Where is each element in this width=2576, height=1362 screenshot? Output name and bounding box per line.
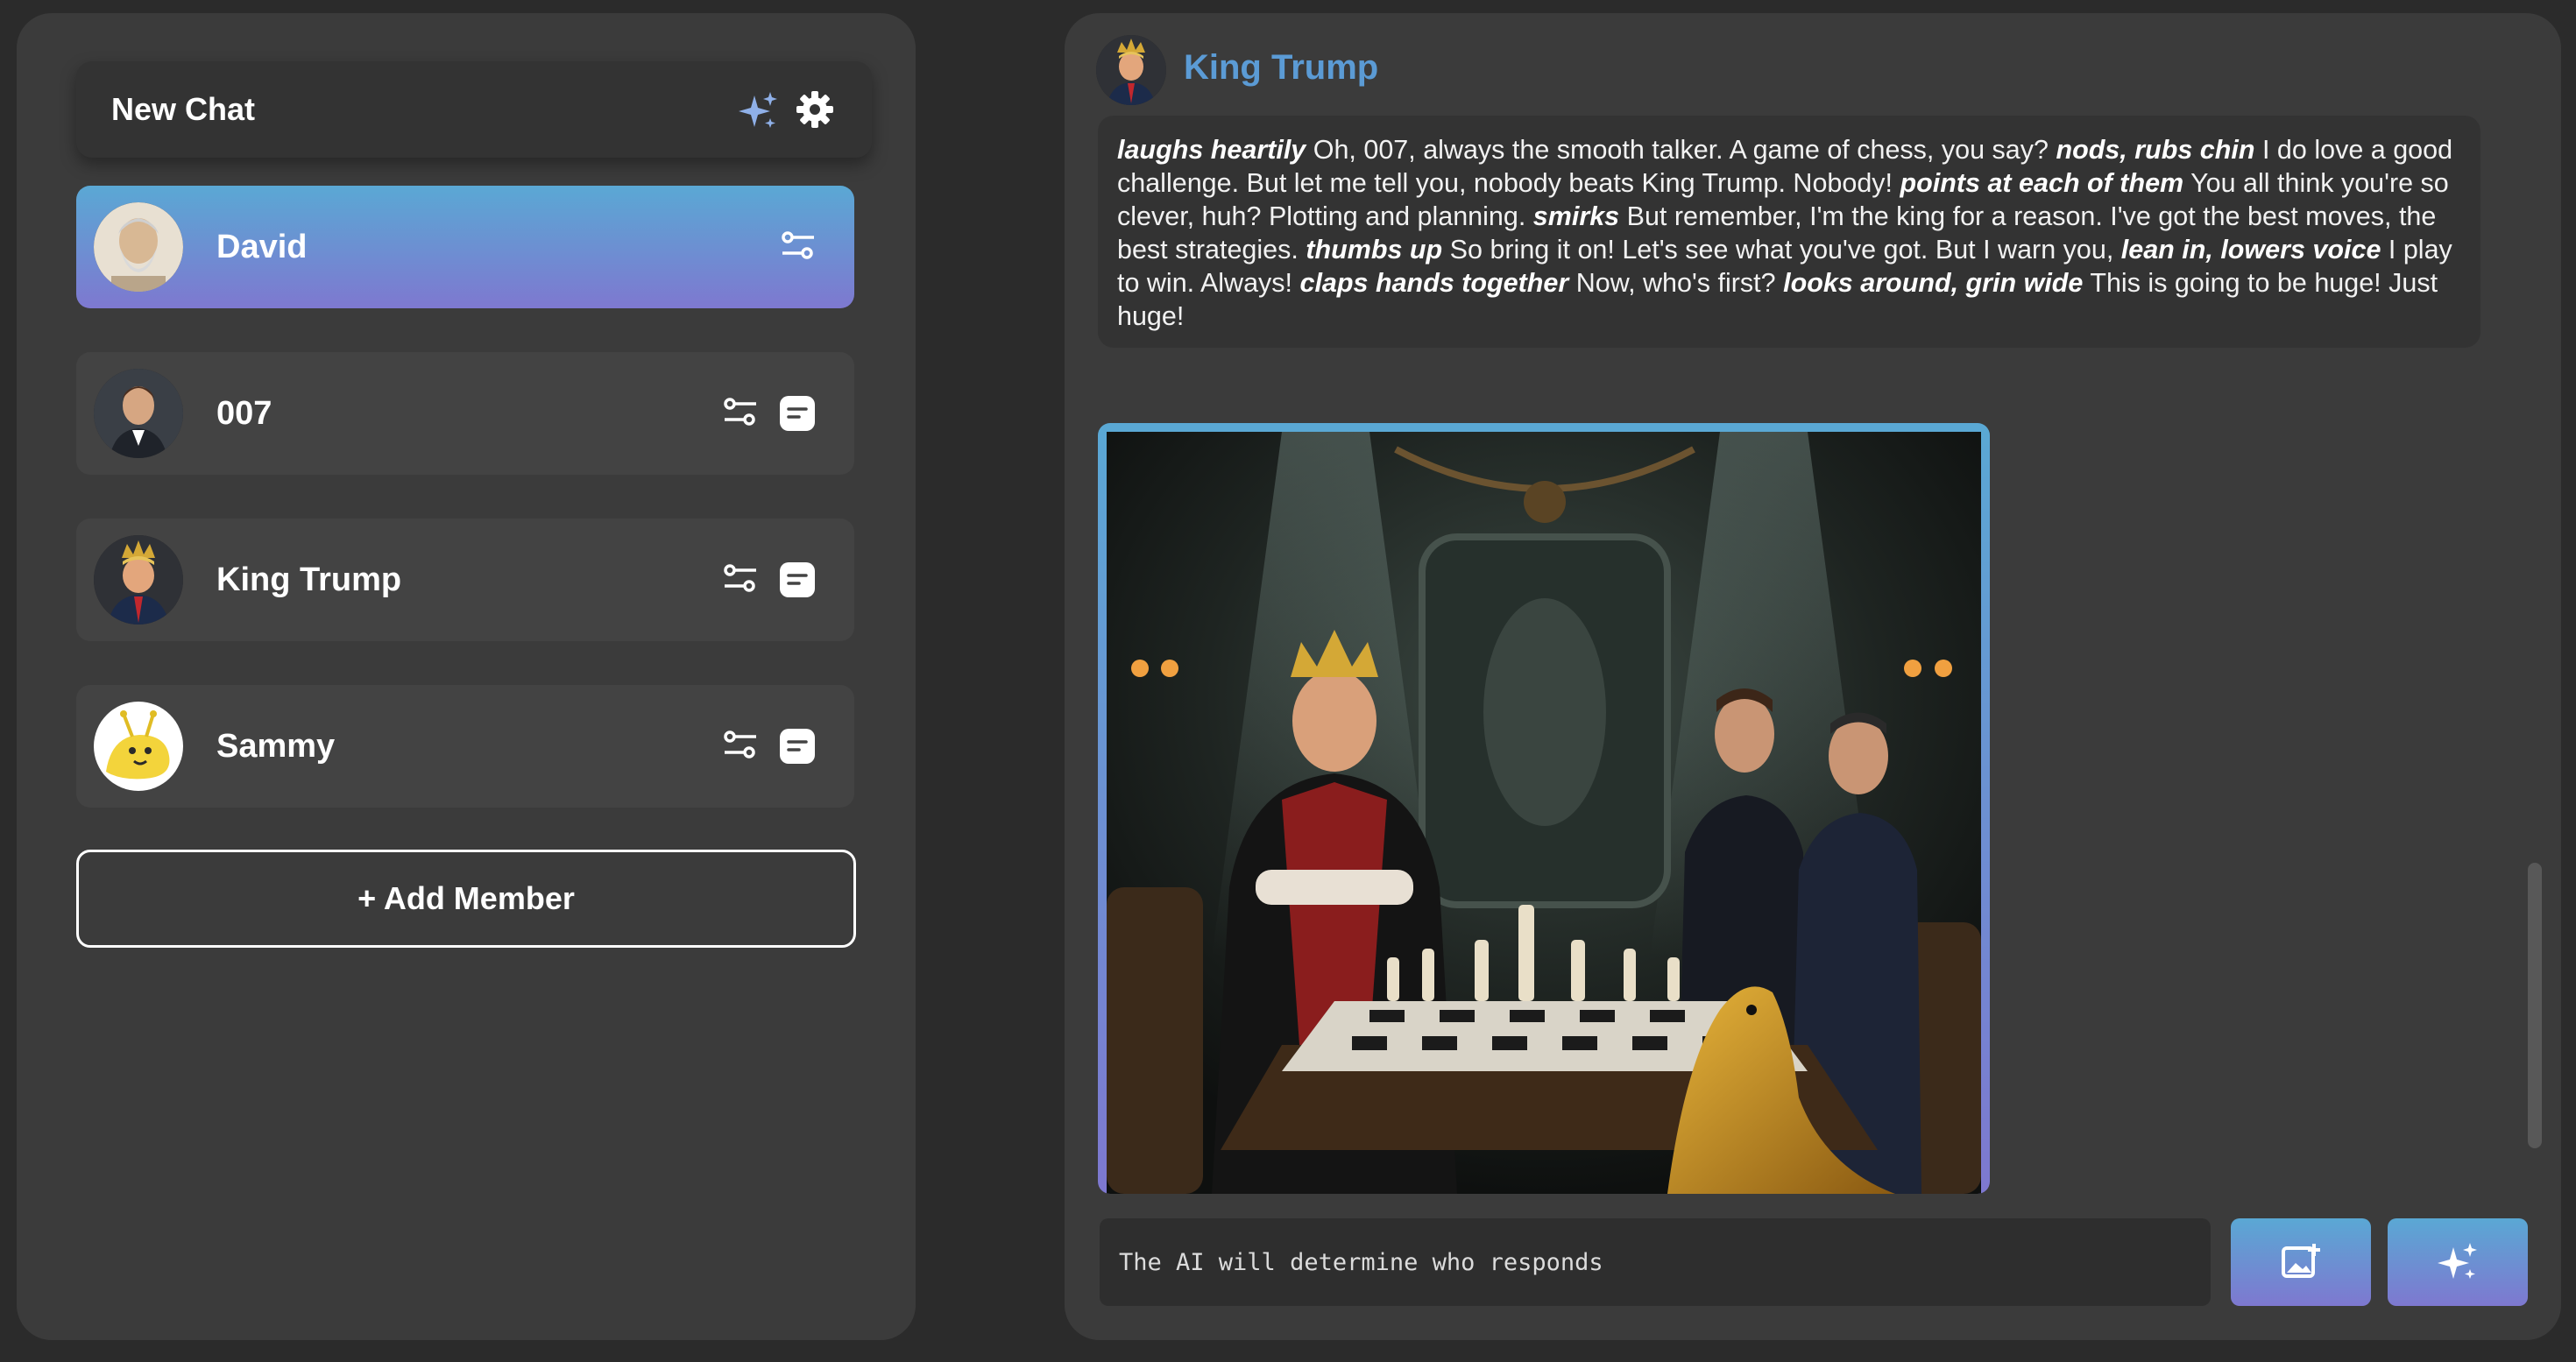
sidebar: New Chat David 007 King Trump Sammy + Ad…: [17, 13, 916, 1340]
member-sammy[interactable]: Sammy: [76, 685, 854, 808]
action-text: looks around, grin wide: [1783, 268, 2084, 298]
message-text: Oh, 007, always the smooth talker. A gam…: [1306, 135, 2056, 165]
member-name: 007: [216, 395, 272, 432]
add-member-button[interactable]: + Add Member: [76, 850, 856, 948]
generated-image-frame[interactable]: [1098, 423, 1990, 1194]
add-image-button[interactable]: [2231, 1218, 2371, 1306]
crowned-man-avatar: [94, 535, 183, 625]
chat-bubble-icon[interactable]: [778, 561, 817, 599]
member-name: Sammy: [216, 728, 336, 765]
sender-avatar: [1096, 35, 1166, 105]
scrollbar-thumb[interactable]: [2528, 863, 2542, 1148]
image-plus-icon: [2282, 1244, 2320, 1278]
action-text: thumbs up: [1306, 235, 1443, 265]
message-text: So bring it on! Let's see what you've go…: [1442, 235, 2121, 265]
action-text: nods, rubs chin: [2056, 135, 2255, 165]
chat-bubble-icon[interactable]: [778, 394, 817, 433]
message-input[interactable]: [1100, 1218, 2211, 1306]
message-text: Now, who's first?: [1568, 268, 1784, 298]
action-text: claps hands together: [1299, 268, 1569, 298]
sparkle-icon[interactable]: [737, 90, 779, 132]
new-chat-header[interactable]: New Chat: [76, 61, 872, 158]
member-007[interactable]: 007: [76, 352, 854, 475]
sliders-icon[interactable]: [721, 392, 760, 431]
member-name: King Trump: [216, 561, 402, 598]
sliders-icon[interactable]: [721, 559, 760, 597]
message-bubble: laughs heartily Oh, 007, always the smoo…: [1098, 116, 2480, 348]
chat-bubble-icon[interactable]: [778, 727, 817, 766]
gear-icon[interactable]: [795, 89, 835, 130]
action-text: points at each of them: [1900, 168, 2184, 198]
sender-name: King Trump: [1184, 48, 1379, 87]
chess-scene-image: [1107, 432, 1981, 1194]
action-text: lean in, lowers voice: [2120, 235, 2381, 265]
action-text: laughs heartily: [1117, 135, 1306, 165]
action-text: smirks: [1532, 201, 1620, 231]
sliders-icon[interactable]: [779, 226, 817, 265]
sliders-icon[interactable]: [721, 725, 760, 764]
generate-button[interactable]: [2388, 1218, 2528, 1306]
sparkle-icon: [2438, 1243, 2477, 1279]
banana-slug-avatar: [94, 702, 183, 791]
member-king-trump[interactable]: King Trump: [76, 519, 854, 641]
man-in-suit-avatar: [94, 369, 183, 458]
chat-panel: King Trump laughs heartily Oh, 007, alwa…: [1065, 13, 2561, 1340]
member-name: David: [216, 229, 308, 265]
new-chat-label: New Chat: [111, 91, 256, 127]
member-david[interactable]: David: [76, 186, 854, 308]
bearded-philosopher-avatar: [94, 202, 183, 292]
